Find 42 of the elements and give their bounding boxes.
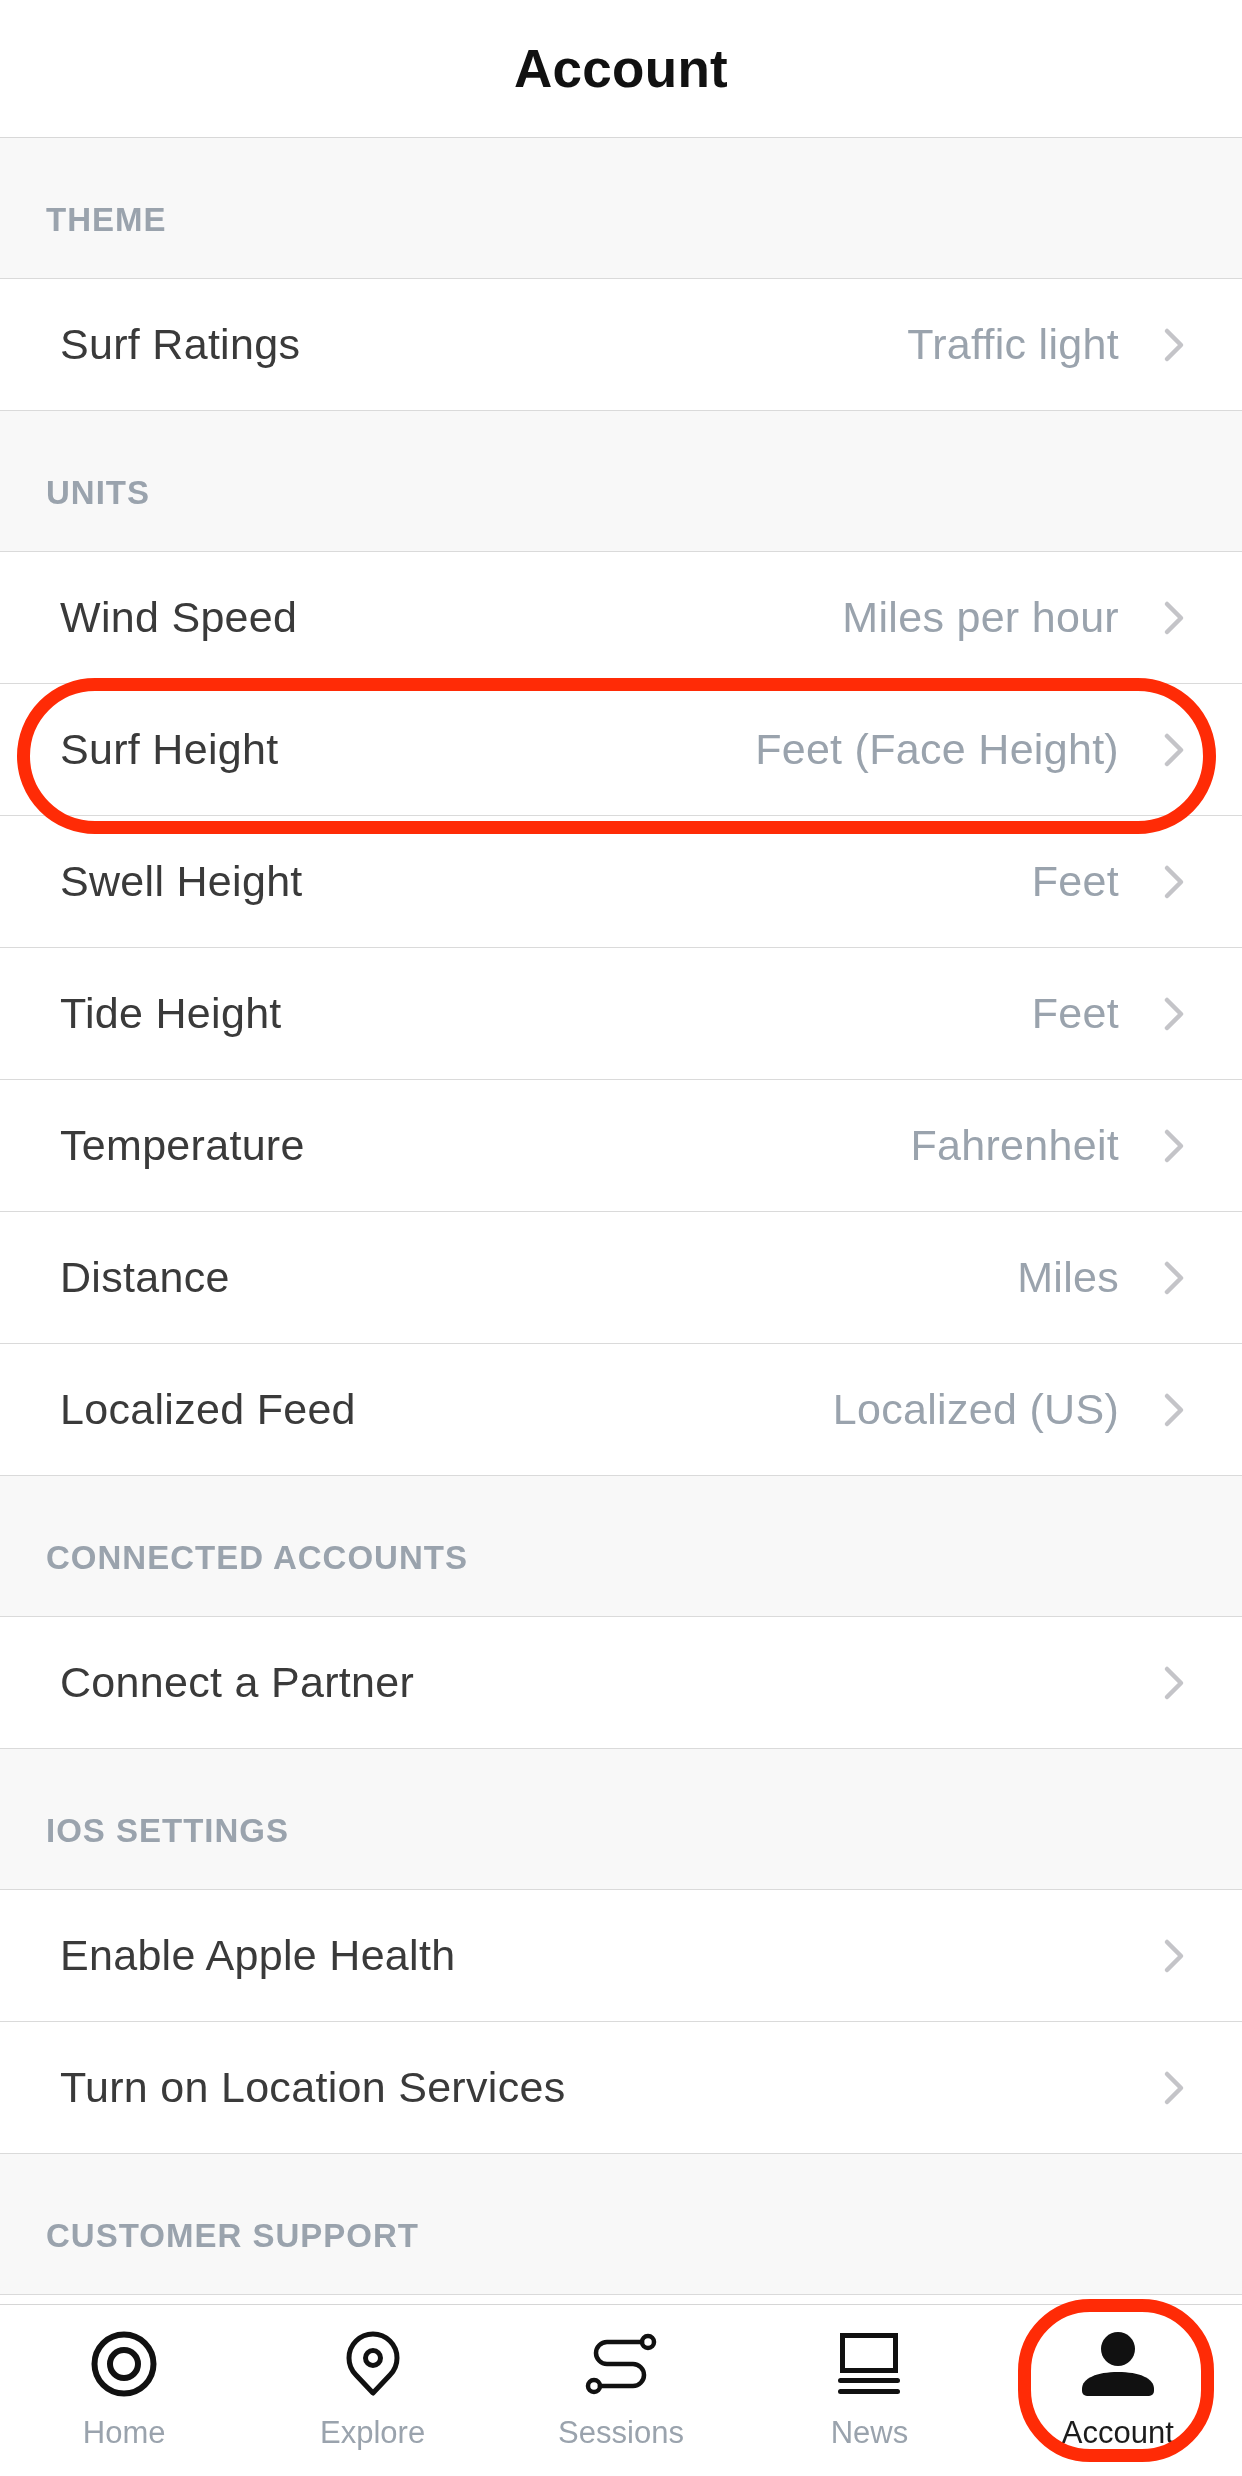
setting-value: Miles [1017,1253,1119,1302]
setting-value: Miles per hour [842,593,1119,642]
chevron-right-icon [1163,995,1185,1032]
setting-label: Turn on Location Services [60,2063,566,2112]
chevron-right-icon [1163,1259,1185,1296]
chevron-right-icon [1163,1391,1185,1428]
section-title: CONNECTED ACCOUNTS [46,1539,468,1577]
setting-value: Feet [1031,989,1119,1038]
tab-button[interactable]: Account [993,2305,1242,2476]
setting-label: Tide Height [60,989,282,1038]
page-title: Account [513,38,729,99]
setting-label: Temperature [60,1121,305,1170]
chevron-right-icon [1163,1127,1185,1164]
target-icon [91,2331,158,2397]
chevron-right-icon [1163,2069,1185,2106]
setting-label: Distance [60,1253,230,1302]
section-title: CUSTOMER SUPPORT [46,2217,419,2255]
setting-label: Localized Feed [60,1385,356,1434]
chevron-right-icon [1163,1937,1185,1974]
map-pin-icon [345,2331,400,2397]
setting-label: Swell Height [60,857,303,906]
chevron-right-icon [1163,326,1185,363]
setting-value: Localized (US) [832,1385,1119,1434]
chevron-right-icon [1163,1664,1185,1701]
setting-value: Fahrenheit [910,1121,1119,1170]
setting-label: Connect a Partner [60,1658,415,1707]
chevron-right-icon [1163,863,1185,900]
chevron-right-icon [1163,731,1185,768]
laptop-icon [838,2333,901,2395]
setting-label: Wind Speed [60,593,298,642]
section-title: UNITS [46,474,150,512]
setting-value: Traffic light [907,320,1119,369]
route-icon [585,2333,657,2395]
chevron-right-icon [1163,599,1185,636]
person-icon [1081,2332,1154,2396]
section-title: THEME [46,201,167,239]
setting-label: Surf Height [60,725,279,774]
setting-label: Surf Ratings [60,320,301,369]
setting-label: Enable Apple Health [60,1931,456,1980]
section-title: IOS SETTINGS [46,1812,290,1850]
setting-value: Feet (Face Height) [755,725,1119,774]
setting-value: Feet [1031,857,1119,906]
